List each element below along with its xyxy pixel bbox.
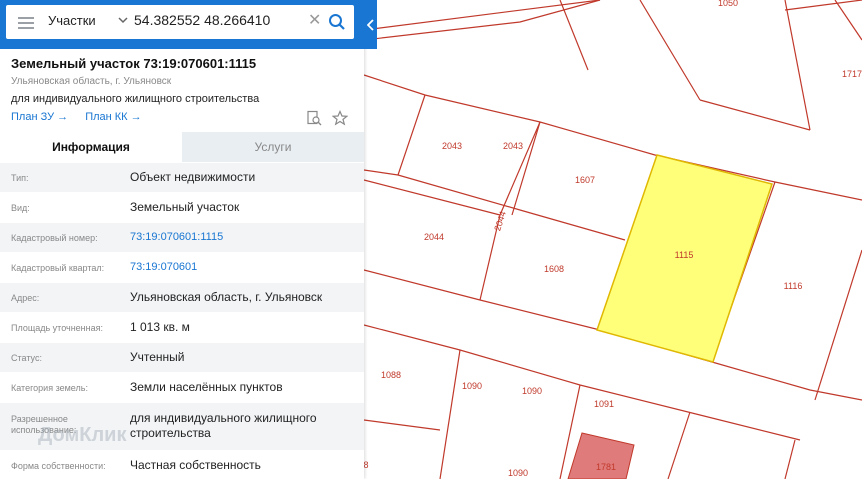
- building-footprint: [567, 432, 635, 479]
- row-label: Площадь уточненная:: [11, 323, 103, 333]
- top-bar: Участки ✕: [0, 0, 364, 49]
- row-label: Вид:: [11, 203, 30, 213]
- row-value[interactable]: 73:19:070601: [130, 260, 355, 275]
- parcel-number-label: 2043: [442, 141, 462, 151]
- row-value[interactable]: 73:19:070601:1115: [130, 230, 355, 245]
- row-label: Тип:: [11, 173, 29, 183]
- parcel-number-label: 1090: [462, 381, 482, 391]
- row-value: Частная собственность: [130, 458, 261, 472]
- row-label: Кадастровый номер:: [11, 233, 98, 243]
- parcel-address: Ульяновская область, г. Ульяновск: [11, 76, 172, 87]
- row-value: 1 013 кв. м: [130, 320, 190, 334]
- table-row: Тип: Объект недвижимости: [0, 163, 364, 193]
- parcel-number-label: 1091: [594, 399, 614, 409]
- tab-info[interactable]: Информация: [0, 132, 182, 162]
- menu-icon[interactable]: [18, 14, 34, 30]
- parcel-number-label: 1717: [842, 69, 862, 79]
- plan-zu-link[interactable]: План ЗУ →: [11, 111, 68, 123]
- table-row: Кадастровый номер: 73:19:070601:1115: [0, 223, 364, 253]
- row-value: для индивидуального жилищного строительс…: [130, 411, 317, 440]
- info-panel: Участки ✕ Земельный участок 73:19:070601…: [0, 0, 364, 479]
- parcel-number-label: 1608: [544, 264, 564, 274]
- row-value: Земельный участок: [130, 200, 240, 214]
- plan-kk-link[interactable]: План КК →: [85, 111, 141, 123]
- row-label: Разрешенное использование:: [11, 414, 77, 435]
- parcel-number-label: 1050: [718, 0, 738, 8]
- parcel-number-label: 8: [363, 460, 368, 470]
- parcel-number-label: 1090: [522, 386, 542, 396]
- parcel-number-label: 1088: [381, 370, 401, 380]
- row-label: Кадастровый квартал:: [11, 263, 105, 273]
- parcel-number-label: 1090: [508, 468, 528, 478]
- chevron-down-icon[interactable]: [118, 15, 128, 25]
- tab-services[interactable]: Услуги: [182, 132, 364, 162]
- layer-select[interactable]: Участки: [48, 13, 96, 28]
- table-row: Категория земель: Земли населённых пункто…: [0, 373, 364, 403]
- table-row: Форма собственности: Частная собственност…: [0, 451, 364, 479]
- row-value: Объект недвижимости: [130, 170, 256, 184]
- parcel-number-label: 2044: [424, 232, 444, 242]
- table-row: Вид: Земельный участок: [0, 193, 364, 223]
- row-label: Адрес:: [11, 293, 40, 303]
- collapse-panel-button[interactable]: [364, 0, 377, 49]
- row-label: Категория земель:: [11, 383, 88, 393]
- attribute-table: Тип: Объект недвижимости Вид: Земельный уча…: [0, 163, 364, 479]
- parcel-actions: [306, 110, 348, 126]
- row-label: Статус:: [11, 353, 42, 363]
- table-row: Разрешенное использование: для индивидуал…: [0, 403, 364, 451]
- parcel-number-label: 2043: [503, 141, 523, 151]
- row-value: Учтенный: [130, 350, 185, 364]
- search-input[interactable]: [134, 12, 304, 28]
- star-icon[interactable]: [332, 110, 348, 126]
- document-search-icon[interactable]: [306, 110, 322, 126]
- parcel-number-label: 1781: [596, 462, 616, 472]
- search-box: Участки ✕: [6, 5, 354, 39]
- parcel-number-label: 1607: [575, 175, 595, 185]
- table-row: Кадастровый квартал: 73:19:070601: [0, 253, 364, 283]
- search-icon[interactable]: [328, 13, 346, 31]
- chevron-left-icon: [366, 18, 374, 31]
- table-row: Площадь уточненная: 1 013 кв. м: [0, 313, 364, 343]
- parcel-number-label: 1115: [675, 250, 694, 260]
- tabs: Информация Услуги: [0, 132, 364, 162]
- close-icon[interactable]: ✕: [308, 13, 321, 29]
- row-value: Земли населённых пунктов: [130, 380, 283, 394]
- table-row: Статус: Учтенный: [0, 343, 364, 373]
- table-row: Адрес: Ульяновская область, г. Ульяновск: [0, 283, 364, 313]
- parcel-title: Земельный участок 73:19:070601:1115: [11, 56, 257, 71]
- plan-links: План ЗУ → План КК →: [11, 111, 156, 123]
- parcel-number-label: 1116: [784, 281, 803, 291]
- row-value: Ульяновская область, г. Ульяновск: [130, 290, 323, 304]
- parcel-purpose: для индивидуального жилищного строительс…: [11, 93, 260, 105]
- row-label: Форма собственности:: [11, 461, 106, 471]
